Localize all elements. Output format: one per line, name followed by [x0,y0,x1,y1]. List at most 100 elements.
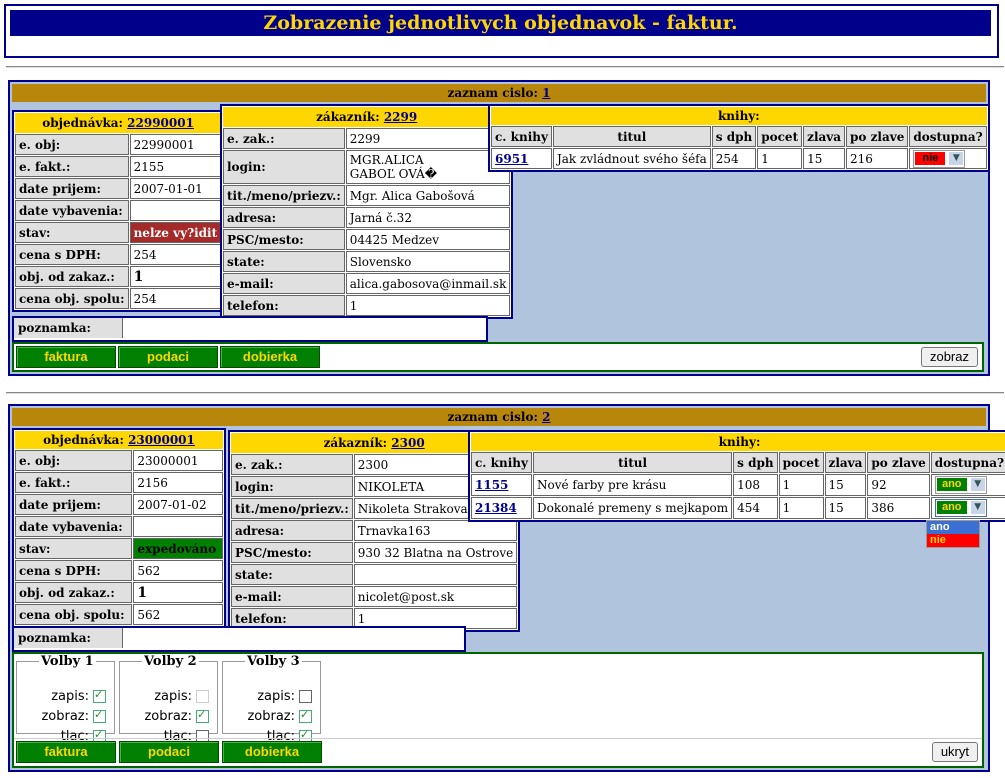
order-table-header: objednávka: 23000001 [15,431,223,449]
book-s-dph: 454 [733,497,778,519]
col-pocet: pocet [757,126,803,147]
availability-dropdown-list: ano nie [926,520,980,548]
value-email: alica.gabosova@inmail.sk [345,273,511,294]
availability-cell: ano ▼ [930,474,1005,496]
zapis-checkbox[interactable] [299,690,312,703]
value-telefon: 1 [345,295,511,316]
volby-1-title: Volby 1 [41,654,94,669]
book-po-zlave: 386 [867,497,930,519]
customer-id-link[interactable]: 2299 [384,110,417,124]
value-psc: 04425 Medzev [345,229,511,250]
podaci-button[interactable]: podaci [119,741,219,763]
podaci-button[interactable]: podaci [118,346,218,368]
label-telefon: telefon: [223,295,345,316]
volby-2-zapis: zapis: [154,689,209,704]
volby-2-zobraz: zobraz: [144,708,209,724]
page-header: Zobrazenie jednotlivych objednavok - fak… [4,4,999,58]
book-pocet: 1 [757,148,803,169]
books-table: knihy: c. knihy titul s dph pocet zlava … [468,430,1005,522]
book-id-link[interactable]: 21384 [475,501,517,515]
record-number-link[interactable]: 2 [542,410,550,424]
note-field: poznamka: [12,316,488,342]
availability-cell: ano ▼ [930,497,1005,519]
book-s-dph: 254 [711,148,757,169]
col-po-zlave: po zlave [846,126,909,147]
label-obj-od-zakaz: obj. od zakaz.: [15,582,133,603]
zapis-checkbox[interactable] [93,688,106,703]
dobierka-button[interactable]: dobierka [220,346,320,368]
book-zlava: 15 [803,148,846,169]
table-row: 21384 Dokonalé premeny s mejkapom 454 1 … [471,497,1005,519]
book-id-link[interactable]: 1155 [475,478,508,492]
book-pocet: 1 [778,474,824,496]
volby-3-zapis: zapis: [257,689,312,704]
zapis-checkbox[interactable] [196,690,209,703]
value-cena-spolu: 562 [133,604,223,625]
value-obj-od-zakaz: 1 [129,266,222,287]
label-cena-dph: cena s DPH: [15,244,129,265]
volby-1-group: Volby 1 zapis: zobraz: tlac: [16,654,115,744]
label-name: tit./meno/priezv.: [231,498,353,519]
chevron-down-icon: ▼ [970,501,985,514]
order-table: objednávka: 22990001 e. obj: 22990001 e. … [12,110,225,312]
col-c-knihy: c. knihy [471,452,532,473]
zobraz-checkbox[interactable] [299,708,312,723]
book-title: Jak zvládnout svého šéfa [552,148,711,169]
label-name: tit./meno/priezv.: [223,185,345,206]
customer-id-link[interactable]: 2300 [391,436,424,450]
page-title: Zobrazenie jednotlivych objednavok - fak… [10,10,991,36]
col-c-knihy: c. knihy [491,126,552,147]
status-badge: nelze vy?idit [129,222,222,243]
label-cena-spolu: cena obj. spolu: [15,288,129,309]
value-adresa: Trnavka163 [353,520,518,541]
dobierka-button[interactable]: dobierka [222,741,322,763]
table-row: 6951 Jak zvládnout svého šéfa 254 1 15 2… [491,148,987,169]
availability-select[interactable]: ano ▼ [934,476,987,494]
label-cena-spolu: cena obj. spolu: [15,604,133,625]
value-state: Slovensko [345,251,511,272]
value-obj-od-zakaz: 1 [133,582,223,603]
divider [6,66,1004,68]
volby-3-zobraz: zobraz: [247,708,312,724]
order-id-link[interactable]: 22990001 [127,116,194,130]
action-bar: faktura podaci dobierka zobraz [12,342,984,372]
volby-2-group: Volby 2 zapis: zobraz: tlac: [119,654,218,744]
label-adresa: adresa: [231,520,353,541]
label-e-fakt: e. fakt.: [15,156,129,177]
dropdown-option-nie[interactable]: nie [927,534,979,547]
order-id-link[interactable]: 23000001 [128,433,195,447]
record-2: zaznam cislo: 2 objednávka: 23000001 e. … [8,404,1005,772]
zobraz-checkbox[interactable] [196,708,209,723]
label-email: e-mail: [223,273,345,294]
value-date-vybavenia [129,200,222,221]
ukryt-button[interactable]: ukryt [931,742,978,762]
faktura-button[interactable]: faktura [16,346,116,368]
value-date-prijem: 2007-01-02 [133,494,223,515]
dropdown-option-ano[interactable]: ano [927,521,979,534]
value-date-vybavenia [133,516,223,537]
value-psc: 930 32 Blatna na Ostrove [353,542,518,563]
label-cena-dph: cena s DPH: [15,560,133,581]
value-date-prijem: 2007-01-01 [129,178,222,199]
volby-3-group: Volby 3 zapis: zobraz: tlac: [222,654,321,744]
books-table-header: knihy: [491,107,987,125]
label-obj-od-zakaz: obj. od zakaz.: [15,266,129,287]
zobraz-button[interactable]: zobraz [920,347,978,367]
faktura-button[interactable]: faktura [16,741,116,763]
book-po-zlave: 92 [867,474,930,496]
availability-select[interactable]: nie ▼ [913,149,966,168]
availability-select[interactable]: ano ▼ [934,499,987,517]
order-table: objednávka: 23000001 e. obj: 23000001 e. … [12,428,226,628]
note-field: poznamka: [12,626,466,652]
col-pocet: pocet [778,452,824,473]
label-date-prijem: date prijem: [15,178,129,199]
book-po-zlave: 216 [846,148,909,169]
label-psc: PSC/mesto: [231,542,353,563]
value-e-zak: 2299 [345,128,511,149]
book-id-link[interactable]: 6951 [495,152,528,166]
zobraz-checkbox[interactable] [93,708,106,723]
label-date-prijem: date prijem: [15,494,133,515]
value-email: nicolet@post.sk [353,586,518,607]
record-number-link[interactable]: 1 [542,86,550,100]
customer-table-header: zákazník: 2299 [223,107,511,127]
